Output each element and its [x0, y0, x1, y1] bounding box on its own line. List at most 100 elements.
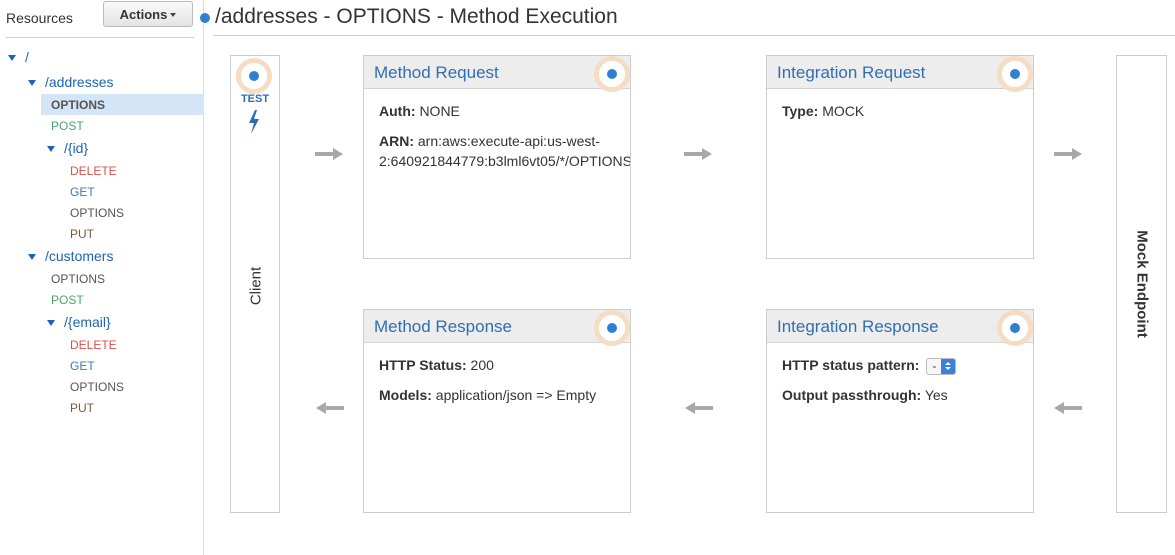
tree-item-customers[interactable]: /customers [28, 246, 113, 267]
tree-method-email-get[interactable]: GET [70, 355, 95, 376]
mock-endpoint-panel: Mock Endpoint [1116, 55, 1167, 513]
mock-endpoint-label: Mock Endpoint [1133, 230, 1151, 338]
dot-icon [1010, 69, 1020, 79]
method-label: OPTIONS [51, 272, 106, 286]
type-value: MOCK [822, 103, 865, 119]
passthrough-value: Yes [924, 387, 948, 403]
auth-row: Auth: NONE [379, 101, 630, 121]
method-request-link[interactable]: Method Request [374, 63, 499, 83]
status-pattern-value: - [932, 359, 937, 374]
expand-triangle-icon[interactable] [8, 54, 16, 61]
models-key: Models: [379, 387, 432, 403]
resource-label: /{id} [64, 140, 89, 156]
tree-method-email-delete[interactable]: DELETE [70, 334, 117, 355]
card-body: Auth: NONE ARN: arn:aws:execute-api:us-w… [364, 89, 630, 171]
card-header: Integration Request [767, 56, 1033, 92]
arrow-right-icon [1054, 148, 1082, 160]
method-label: POST [51, 119, 84, 133]
tree-method-id-get[interactable]: GET [70, 181, 95, 202]
card-body: HTTP status pattern: - Output passthroug… [767, 343, 1033, 405]
models-row: Models: application/json => Empty [379, 385, 630, 405]
method-label: OPTIONS [70, 206, 125, 220]
method-label: PUT [70, 227, 94, 241]
resources-sidebar: Resources Actions / /addresses OPTIONS P… [0, 0, 204, 555]
dot-icon [1010, 323, 1020, 333]
models-value: application/json => Empty [435, 387, 597, 403]
tree-method-id-put[interactable]: PUT [70, 223, 94, 244]
actions-label: Actions [119, 6, 168, 22]
tree-method-customers-post[interactable]: POST [51, 289, 84, 310]
sidebar-title: Resources [6, 10, 73, 26]
tree-method-email-options[interactable]: OPTIONS [70, 376, 124, 397]
status-pattern-row: HTTP status pattern: - [782, 355, 1033, 375]
arrow-right-icon [315, 148, 343, 160]
tree-item-addresses[interactable]: /addresses [28, 72, 113, 93]
sidebar-divider [6, 37, 194, 38]
header-divider [214, 35, 1175, 36]
tree-method-addresses-post[interactable]: POST [51, 115, 84, 136]
status-indicator [594, 56, 630, 92]
status-indicator [997, 56, 1033, 92]
method-label: GET [70, 185, 95, 199]
http-status-value: 200 [470, 357, 494, 373]
method-label: POST [51, 293, 84, 307]
status-dot-icon [200, 13, 210, 23]
method-request-card: Method Request Auth: NONE ARN: arn:aws:e… [363, 55, 631, 259]
tree-item-root[interactable]: / [8, 47, 29, 68]
actions-button[interactable]: Actions [103, 1, 193, 27]
integration-response-link[interactable]: Integration Response [777, 317, 939, 337]
card-header: Integration Response [767, 310, 1033, 346]
auth-key: Auth: [379, 103, 416, 119]
method-label: PUT [70, 401, 94, 415]
method-response-link[interactable]: Method Response [374, 317, 512, 337]
arn-value-line1: arn:aws:execute-api:us-west- [417, 133, 600, 149]
expand-triangle-icon[interactable] [28, 253, 36, 260]
method-label: OPTIONS [51, 98, 106, 112]
card-header: Method Request [364, 56, 630, 92]
method-label: DELETE [70, 338, 117, 352]
caret-down-icon [170, 12, 177, 17]
output-passthrough-row: Output passthrough: Yes [782, 385, 1033, 405]
test-indicator[interactable] [236, 58, 272, 94]
tree-method-email-put[interactable]: PUT [70, 397, 94, 418]
integration-request-link[interactable]: Integration Request [777, 63, 925, 83]
arn-key: ARN: [379, 133, 414, 149]
tree-method-id-options[interactable]: OPTIONS [70, 202, 124, 223]
tree-item-addresses-id[interactable]: /{id} [47, 138, 88, 159]
status-pattern-select[interactable]: - [926, 357, 957, 375]
integration-response-card: Integration Response HTTP status pattern… [766, 309, 1034, 513]
expand-triangle-icon[interactable] [28, 79, 36, 86]
tree-method-customers-options[interactable]: OPTIONS [51, 268, 105, 289]
page-title: /addresses - OPTIONS - Method Execution [215, 5, 618, 28]
status-pattern-key: HTTP status pattern: [782, 357, 920, 373]
tree-method-addresses-options[interactable]: OPTIONS [41, 94, 204, 115]
method-response-card: Method Response HTTP Status: 200 Models:… [363, 309, 631, 513]
card-body: Type: MOCK [767, 89, 1033, 121]
sidebar-header: Resources Actions [0, 0, 204, 36]
passthrough-key: Output passthrough: [782, 387, 922, 403]
dot-icon [607, 323, 617, 333]
tree-method-id-delete[interactable]: DELETE [70, 160, 117, 181]
tree-item-customers-email[interactable]: /{email} [47, 312, 111, 333]
expand-triangle-icon[interactable] [47, 145, 55, 152]
status-indicator [594, 310, 630, 346]
expand-triangle-icon[interactable] [47, 319, 55, 326]
http-status-key: HTTP Status: [379, 357, 467, 373]
resource-label: / [25, 49, 29, 65]
arn-row: ARN: arn:aws:execute-api:us-west- 2:6409… [379, 131, 630, 171]
arrow-left-icon [316, 402, 344, 414]
client-panel: TEST Client [230, 55, 280, 513]
method-label: OPTIONS [70, 380, 125, 394]
dot-icon [607, 69, 617, 79]
lightning-bolt-icon[interactable] [247, 110, 261, 139]
type-row: Type: MOCK [782, 101, 1033, 121]
integration-request-card: Integration Request Type: MOCK [766, 55, 1034, 259]
auth-value: NONE [419, 103, 460, 119]
test-link[interactable]: TEST [231, 93, 279, 105]
client-label: Client [247, 266, 265, 306]
resource-label: /{email} [64, 314, 111, 330]
card-body: HTTP Status: 200 Models: application/jso… [364, 343, 630, 405]
arrow-right-icon [684, 148, 712, 160]
resource-label: /customers [45, 248, 114, 264]
arrow-left-icon [1054, 402, 1082, 414]
